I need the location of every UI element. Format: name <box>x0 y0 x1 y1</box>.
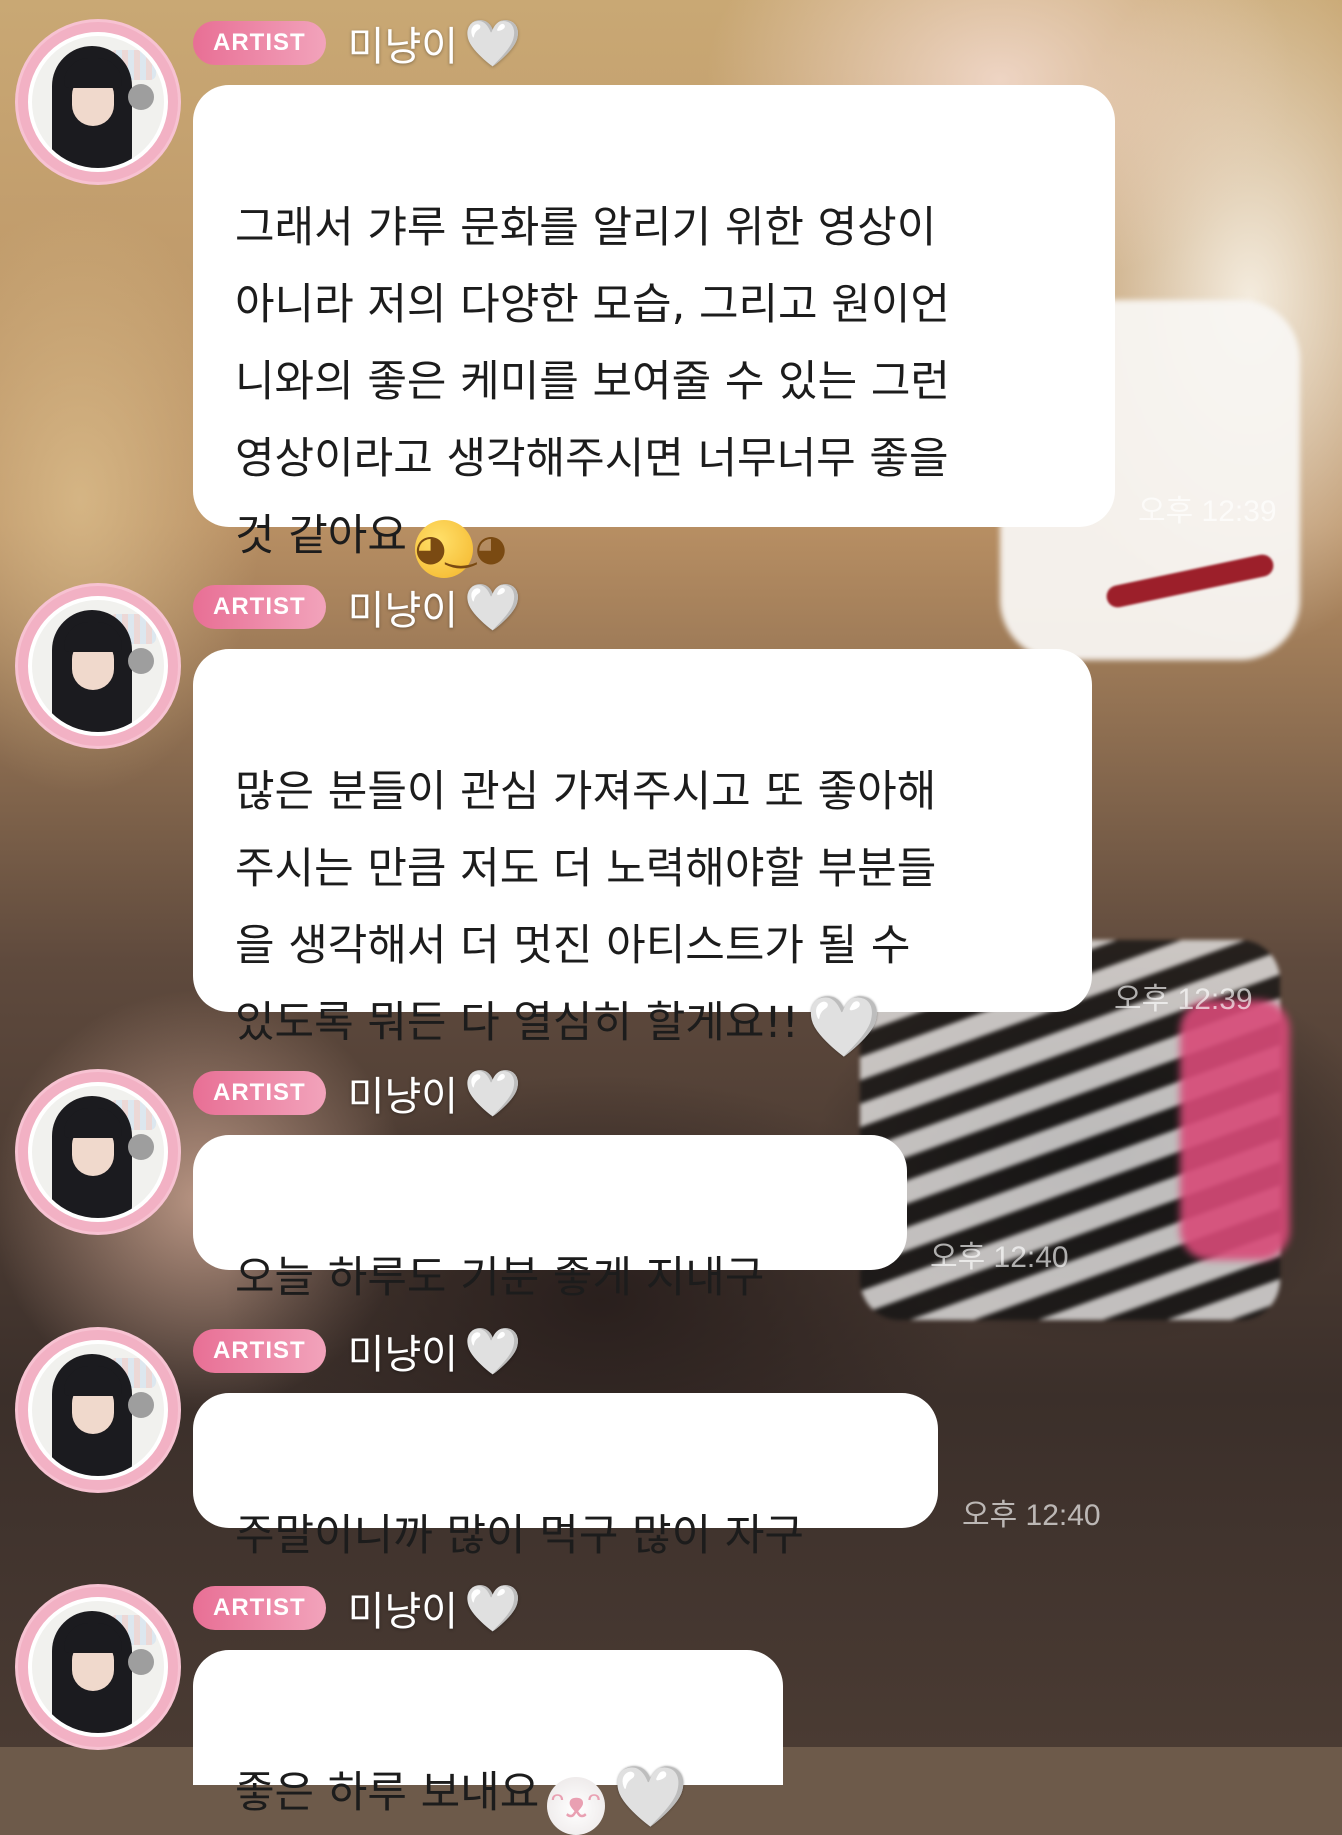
white-heart-icon: 🤍 <box>464 1581 522 1635</box>
sender-name[interactable]: 미냥이 🤍 <box>348 1064 522 1122</box>
white-heart-icon: 🤍 <box>464 580 522 634</box>
avatar-image <box>28 1597 168 1737</box>
chat-feed[interactable]: ARTIST 미냥이 🤍 그래서 갸루 문화를 알리기 위한 영상이 아니라 저… <box>0 0 1342 1835</box>
peeking-face-emoji-icon: ◕‿◕ <box>414 520 507 578</box>
message-bubble[interactable]: 주말이니까 많이 먹구 많이 자구 <box>193 1393 938 1561</box>
white-heart-emoji-icon: 🤍 <box>806 992 882 1062</box>
avatar[interactable] <box>18 1072 178 1232</box>
message-text: 좋은 하루 보내요 <box>235 1768 540 1818</box>
sender-name-text: 미냥이 <box>347 1074 459 1120</box>
avatar-image <box>28 1082 168 1222</box>
sender-name[interactable]: 미냥이 🤍 <box>348 1579 522 1637</box>
white-heart-icon: 🤍 <box>464 1066 522 1120</box>
avatar-heart-icon <box>128 648 154 674</box>
avatar[interactable] <box>18 1330 178 1490</box>
avatar[interactable] <box>18 22 178 182</box>
avatar[interactable] <box>18 586 178 746</box>
message-header: ARTIST 미냥이 🤍 <box>193 1583 521 1635</box>
message-bubble[interactable]: 그래서 갸루 문화를 알리기 위한 영상이 아니라 저의 다양한 모습, 그리고… <box>193 85 1115 578</box>
message-text: 주말이니까 많이 먹구 많이 자구 <box>235 1511 804 1561</box>
message-header: ARTIST 미냥이 🤍 <box>193 1068 521 1120</box>
message-header: ARTIST 미냥이 🤍 <box>193 582 521 634</box>
sender-name-text: 미냥이 <box>347 1589 459 1635</box>
message-text: 그래서 갸루 문화를 알리기 위한 영상이 아니라 저의 다양한 모습, 그리고… <box>235 203 950 561</box>
avatar[interactable] <box>18 1587 178 1747</box>
rabbit-face-emoji-icon: ᵔᴥᵔ <box>547 1777 606 1835</box>
white-heart-icon: 🤍 <box>464 1324 522 1378</box>
avatar-heart-icon <box>128 1649 154 1675</box>
message-bubble[interactable]: 많은 분들이 관심 가져주시고 또 좋아해 주시는 만큼 저도 더 노력해야할 … <box>193 649 1092 1057</box>
white-heart-icon: 🤍 <box>464 16 522 70</box>
message-timestamp: 오후 12:39 <box>1114 983 1253 1016</box>
sender-name[interactable]: 미냥이 🤍 <box>348 14 522 72</box>
avatar-heart-icon <box>128 1392 154 1418</box>
white-heart-emoji-icon: 🤍 <box>613 1762 688 1832</box>
message-text: 오늘 하루도 기분 좋게 지내구 <box>235 1253 765 1303</box>
sender-name-text: 미냥이 <box>347 24 459 70</box>
avatar-image <box>28 32 168 172</box>
avatar-image <box>28 596 168 736</box>
artist-badge: ARTIST <box>193 1586 326 1630</box>
message-bubble[interactable]: 오늘 하루도 기분 좋게 지내구 <box>193 1135 907 1303</box>
artist-badge: ARTIST <box>193 1071 326 1115</box>
artist-badge: ARTIST <box>193 1329 326 1373</box>
message-timestamp: 오후 12:39 <box>1138 495 1277 528</box>
avatar-heart-icon <box>128 84 154 110</box>
artist-badge: ARTIST <box>193 585 326 629</box>
message-header: ARTIST 미냥이 🤍 <box>193 1326 521 1378</box>
artist-badge: ARTIST <box>193 21 326 65</box>
message-timestamp: 오후 12:40 <box>962 1499 1101 1532</box>
message-header: ARTIST 미냥이 🤍 <box>193 18 521 70</box>
message-bubble[interactable]: 좋은 하루 보내요 ᵔᴥᵔ 🤍 <box>193 1650 783 1835</box>
message-timestamp: 오후 12:40 <box>930 1241 1069 1274</box>
sender-name[interactable]: 미냥이 🤍 <box>348 578 522 636</box>
sender-name[interactable]: 미냥이 🤍 <box>348 1322 522 1380</box>
sender-name-text: 미냥이 <box>347 588 459 634</box>
avatar-image <box>28 1340 168 1480</box>
avatar-heart-icon <box>128 1134 154 1160</box>
sender-name-text: 미냥이 <box>347 1332 459 1378</box>
